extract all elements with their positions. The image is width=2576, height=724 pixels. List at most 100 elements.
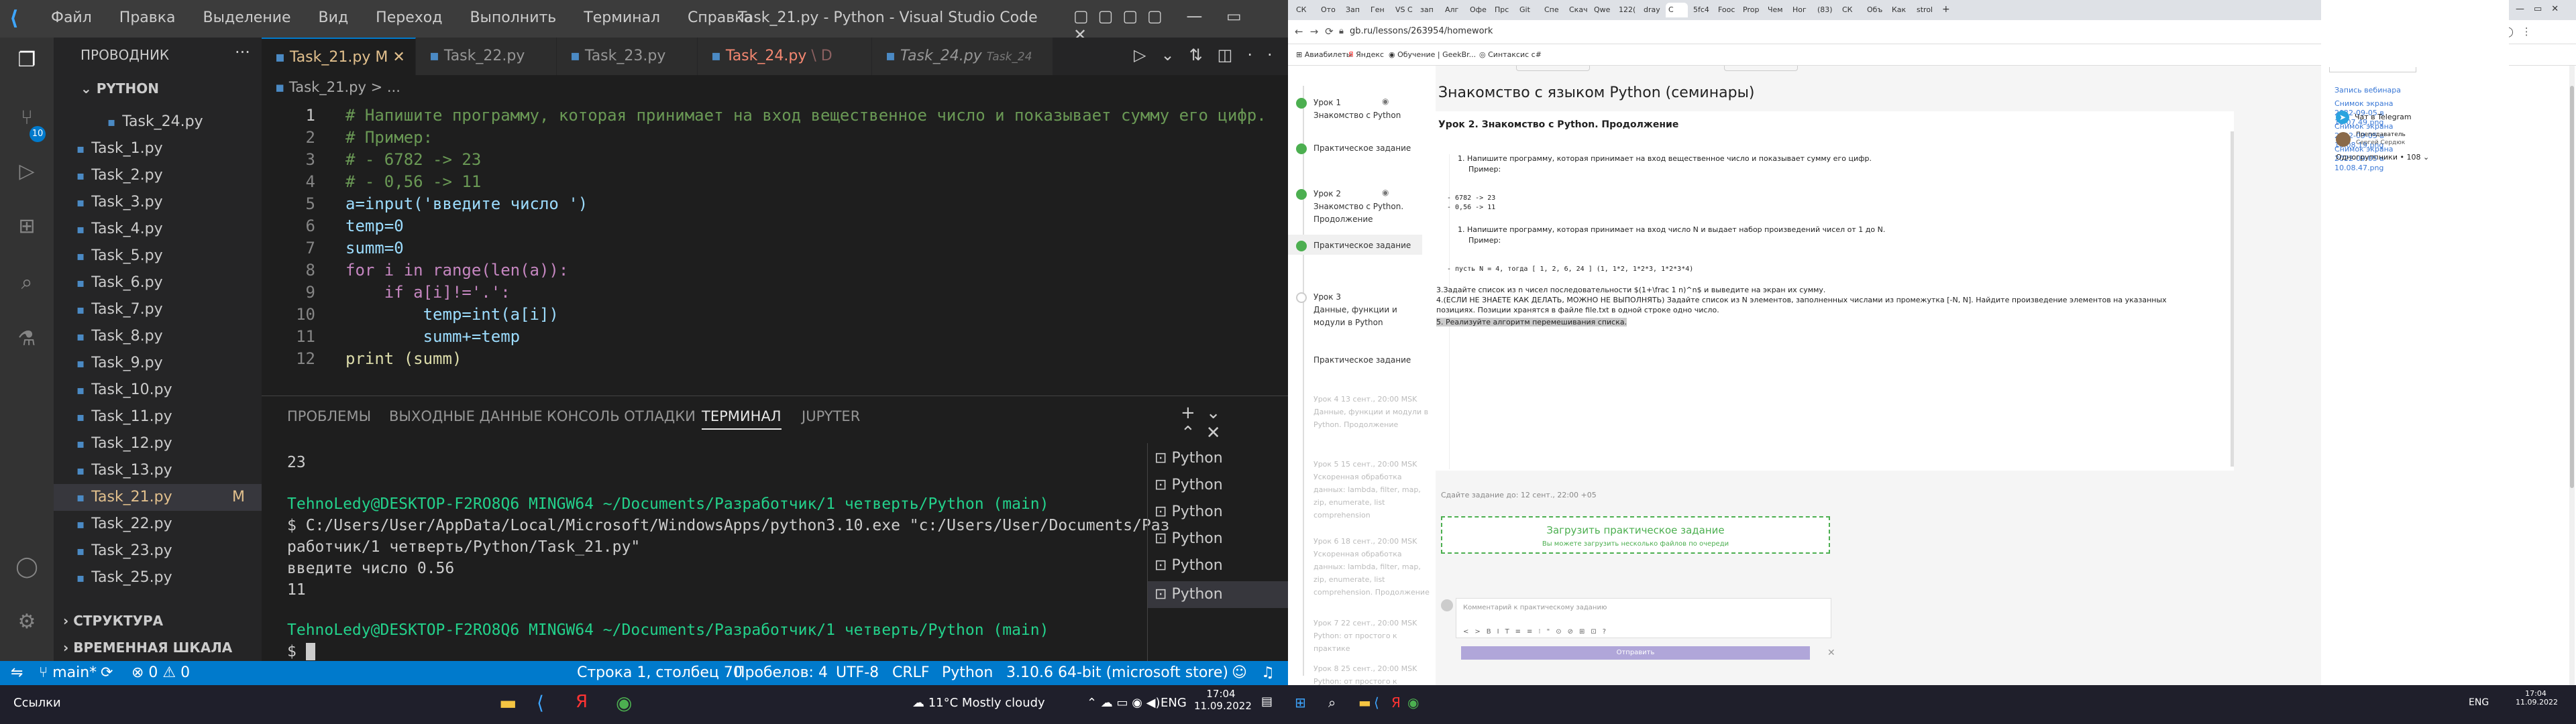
indentation[interactable]: Пробелов: 4 (734, 661, 828, 685)
tab-task-22[interactable]: ▪ Task_22.py (416, 38, 557, 75)
tab-debug-console[interactable]: КОНСОЛЬ ОТЛАДКИ (547, 408, 696, 424)
lesson-item[interactable]: Урок 1 Знакомство с Python (1296, 97, 1431, 122)
search-icon[interactable]: ⌕ (13, 269, 40, 296)
lesson-item-locked[interactable]: Урок 4 13 сент., 20:00 МSK Данные, функци… (1313, 393, 1431, 431)
file-task-2[interactable]: ▪ Task_2.py (54, 162, 262, 189)
eye-icon[interactable]: ◉ (1382, 188, 1389, 197)
file-task-24[interactable]: ▪ Task_24.py (54, 109, 262, 135)
timeline-section[interactable]: › ВРЕМЕННАЯ ШКАЛА (63, 640, 232, 656)
bookmark[interactable]: Я Яндекс (1348, 50, 1384, 59)
bookmark[interactable]: ⊞ Авиабилеты (1296, 50, 1352, 59)
url-field[interactable]: gb.ru/lessons/263954/homework (1350, 26, 1493, 36)
file-task-8[interactable]: ▪ Task_8.py (54, 323, 262, 350)
comment-box[interactable]: Комментарий к практическому заданию <>BI… (1456, 598, 1831, 638)
browser-tab[interactable]: Офе (1467, 3, 1489, 17)
submit-button[interactable]: Отправить (1461, 646, 1810, 660)
menu-file[interactable]: Файл (51, 9, 92, 26)
terminal-session-active[interactable]: ⊡ Python (1148, 581, 1288, 608)
editor-toolbar[interactable]: <>BIT≡≡⁝"⊙⊘⊞⊡? (1463, 628, 1612, 636)
classmates-dropdown[interactable]: Одногруппники • 108 ⌄ (2336, 153, 2429, 162)
tab-jupyter[interactable]: JUPYTER (802, 408, 860, 424)
file-task-7[interactable]: ▪ Task_7.py (54, 296, 262, 323)
browser-tab[interactable]: Ото (1318, 3, 1340, 17)
browser-tab[interactable]: 122( (1616, 3, 1638, 17)
close-icon[interactable]: ✕ (1827, 648, 1835, 658)
browser-tab[interactable]: Скач (1566, 3, 1589, 17)
file-task-5[interactable]: ▪ Task_5.py (54, 243, 262, 269)
lesson-item-active[interactable]: Практическое задание (1296, 239, 1431, 252)
folder-python[interactable]: ⌄ PYTHON (80, 80, 159, 97)
language-mode[interactable]: Python (942, 661, 993, 685)
terminal-session[interactable]: ⊡ Python (1155, 530, 1223, 547)
browser-tab[interactable]: Git (1517, 3, 1539, 17)
extensions-icon[interactable]: ⊞ (13, 213, 40, 240)
file-task-11[interactable]: ▪ Task_11.py (54, 404, 262, 430)
menu-terminal[interactable]: Терминал (584, 9, 660, 26)
notifications-icon[interactable]: ▤ (1261, 695, 1273, 709)
terminal-session[interactable]: ⊡ Python (1155, 503, 1223, 520)
panel-actions[interactable]: +⌄ ⌃✕ (1181, 403, 1288, 443)
browser-tab[interactable]: dray (1641, 3, 1663, 17)
problems-status[interactable]: ⊗ 0 ⚠ 0 (131, 661, 190, 685)
file-task-3[interactable]: ▪ Task_3.py (54, 189, 262, 216)
clock[interactable]: 17:04 11.09.2022 (2516, 689, 2558, 707)
menu-edit[interactable]: Правка (119, 9, 176, 26)
folder-icon[interactable]: ▬ (499, 692, 517, 714)
file-task-10[interactable]: ▪ Task_10.py (54, 377, 262, 404)
cursor-position[interactable]: Строка 1, столбец 70 (577, 661, 743, 685)
bookmark[interactable]: ◉ Обучение | GeekBr... (1389, 50, 1476, 59)
tab-problems[interactable]: ПРОБЛЕМЫ (287, 408, 371, 424)
browser-tab[interactable]: Prop (1740, 3, 1762, 17)
files-icon[interactable]: ❐ (13, 47, 40, 74)
terminal-session[interactable]: ⊡ Python (1155, 477, 1223, 493)
browser-tab[interactable]: 5fc4 (1690, 3, 1713, 17)
yandex-icon[interactable]: Я (576, 692, 588, 712)
terminal-input[interactable]: $ (287, 643, 315, 660)
browser-tab-active[interactable]: С (1666, 3, 1688, 17)
browser-tab[interactable]: (83) (1815, 3, 1837, 17)
lesson-item-locked[interactable]: Урок 5 15 сент., 20:00 MSK Ускоренная обр… (1313, 458, 1431, 522)
terminal-session[interactable]: ⊡ Python (1155, 450, 1223, 467)
scrollbar-thumb[interactable] (2570, 86, 2574, 488)
browser-tab[interactable]: Чем (1765, 3, 1787, 17)
browser-tab[interactable]: Алг (1442, 3, 1464, 17)
vscode-taskbar-icon[interactable]: ⟨ (1374, 695, 1379, 711)
telegram-icon[interactable]: ➤ (2336, 111, 2349, 124)
header-button[interactable] (1724, 66, 1798, 71)
chrome-icon[interactable]: ◉ (616, 692, 632, 714)
file-task-6[interactable]: ▪ Task_6.py (54, 269, 262, 296)
menu-selection[interactable]: Выделение (203, 9, 291, 26)
lesson-item[interactable]: Практическое задание (1313, 354, 1431, 367)
lesson-item-locked[interactable]: Урок 6 18 сент., 20:00 MSK Ускоренная обр… (1313, 535, 1431, 599)
browser-tab[interactable]: Спе (1542, 3, 1564, 17)
tab-task-24[interactable]: ▪ Task_24.py Task_24 (872, 38, 1053, 75)
weather-widget[interactable]: ☁ 11°C Mostly cloudy (912, 696, 1045, 710)
taskbar-links[interactable]: Ссылки (13, 696, 61, 710)
editor-actions[interactable]: ▷⌄⇅◫··· (1134, 46, 1288, 64)
eol[interactable]: CRLF (892, 661, 930, 685)
browser-tab[interactable]: Прс (1492, 3, 1514, 17)
bell-icon[interactable]: ♫ (1261, 661, 1275, 685)
file-task-22[interactable]: ▪ Task_22.py (54, 511, 262, 538)
close-icon[interactable]: ✕ (392, 49, 405, 66)
account-icon[interactable]: ◯ (13, 554, 40, 581)
header-button[interactable] (2329, 67, 2416, 72)
page-scrollbar[interactable] (2569, 66, 2575, 685)
file-task-12[interactable]: ▪ Task_12.py (54, 430, 262, 457)
tab-task-21[interactable]: ▪ Task_21.py M ✕ (262, 38, 416, 75)
testing-icon[interactable]: ⚗ (13, 326, 40, 353)
menu-go[interactable]: Переход (376, 9, 442, 26)
telegram-link[interactable]: Чат в Telegram (2355, 113, 2412, 121)
browser-tab[interactable]: Fooc (1715, 3, 1737, 17)
account-feedback-icon[interactable]: ☺ (1232, 661, 1247, 685)
breadcrumb[interactable]: ▪ Task_21.py > ... (275, 79, 400, 95)
card-scrollbar[interactable] (2231, 131, 2234, 467)
folder-icon[interactable]: ▬ (1358, 695, 1371, 711)
browser-tab[interactable]: Qwe (1591, 3, 1613, 17)
lesson-item[interactable]: Урок 3 Данные, функции и модули в Python (1296, 291, 1431, 329)
lesson-item[interactable]: Урок 2 Знакомство с Python. Продолжение (1296, 188, 1431, 226)
browser-tab[interactable]: Объ (1864, 3, 1886, 17)
header-button[interactable] (1516, 66, 1590, 71)
encoding[interactable]: UTF-8 (836, 661, 879, 685)
browser-tab[interactable]: Ног (1790, 3, 1812, 17)
